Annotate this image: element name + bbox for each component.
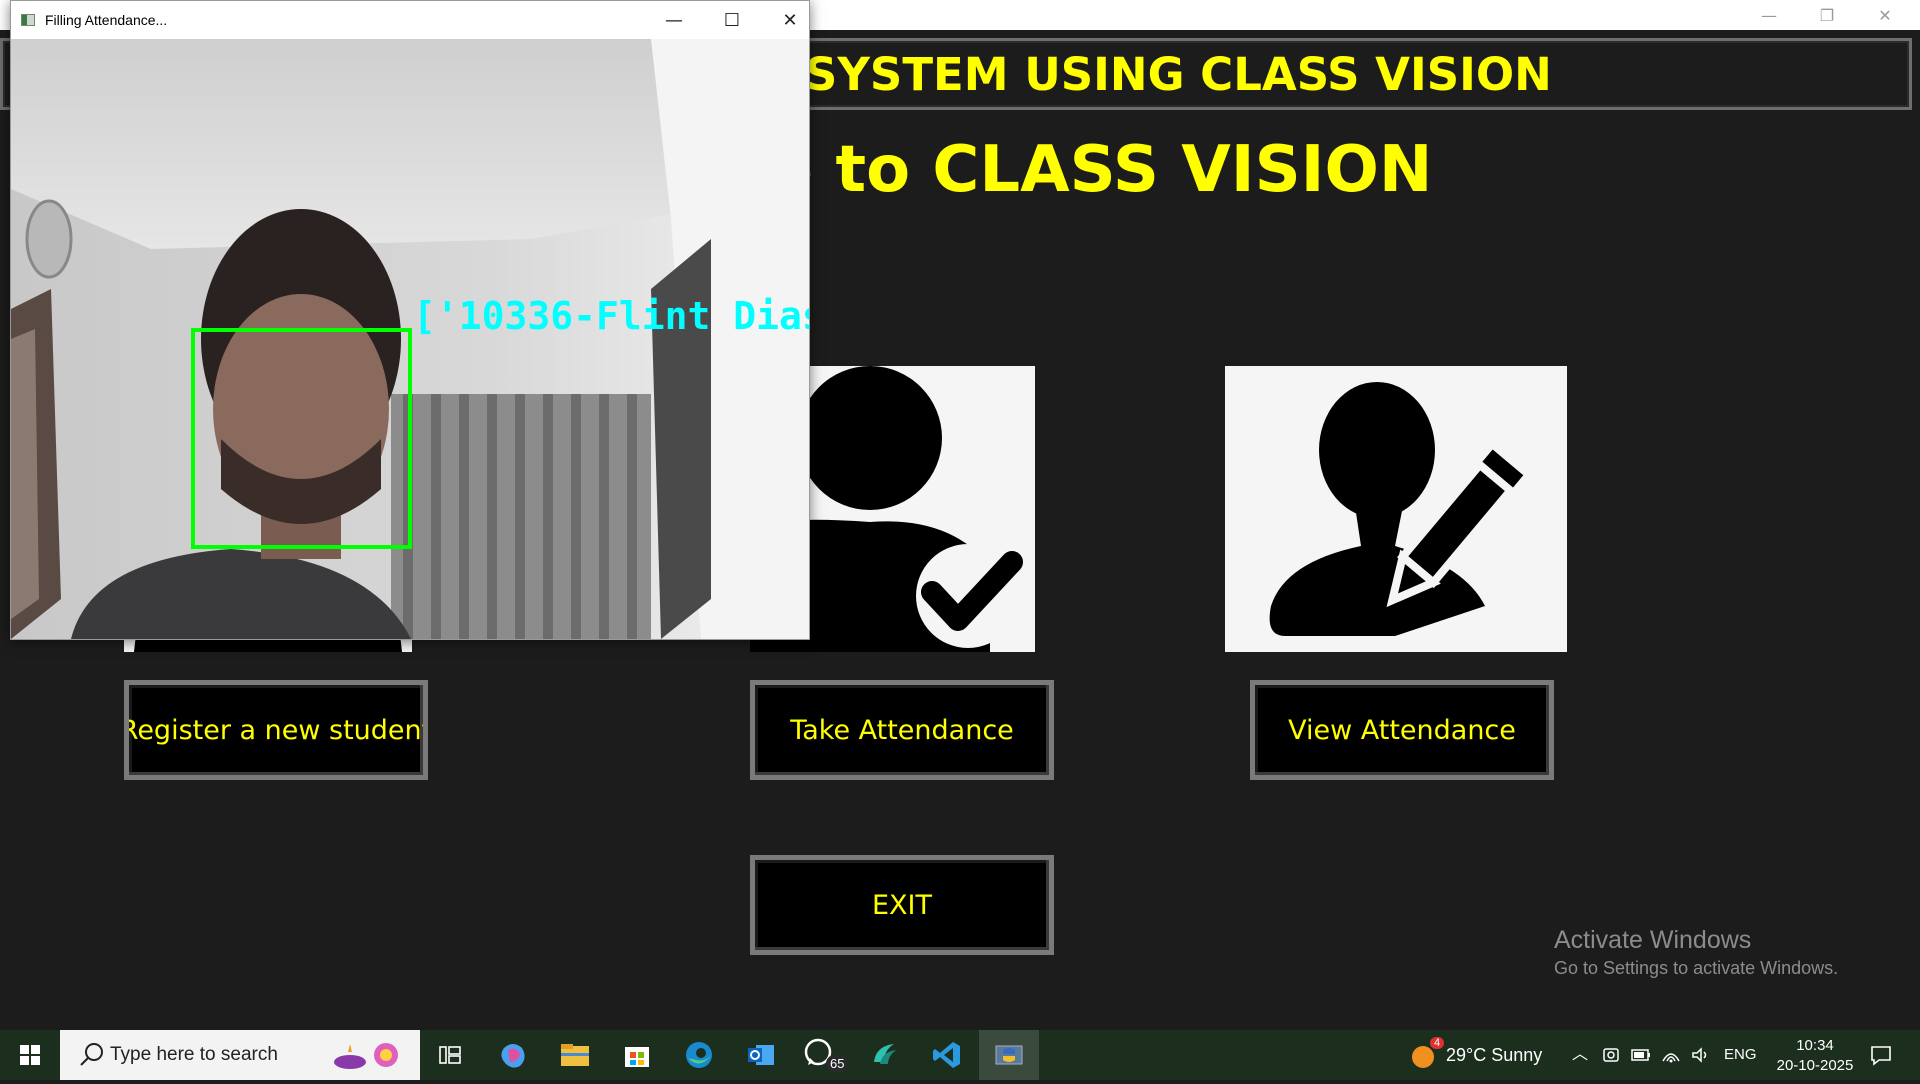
- camera-feed: ['10336-Flint Dias']: [11, 39, 809, 639]
- notification-icon: [1871, 1046, 1891, 1066]
- volume-button[interactable]: [1686, 1035, 1716, 1075]
- battery-icon: [1631, 1049, 1650, 1061]
- search-highlight-icon: [334, 1043, 398, 1069]
- camera-close-button[interactable]: ✕: [761, 1, 809, 39]
- whatsapp-badge: 65: [826, 1055, 849, 1072]
- taskbar-file-explorer[interactable]: [550, 1035, 600, 1075]
- camera-frame-image: ['10336-Flint Dias']: [11, 39, 809, 639]
- taskbar-outlook[interactable]: [736, 1035, 786, 1075]
- weather-widget[interactable]: 4: [1398, 1035, 1448, 1075]
- filling-attendance-window: Filling Attendance... — ☐ ✕ ['10336-Flin…: [10, 0, 810, 640]
- notification-center-button[interactable]: [1856, 1035, 1906, 1075]
- view-attendance-label: View Attendance: [1288, 714, 1516, 746]
- camera-tray-icon: [1603, 1048, 1619, 1062]
- weather-badge: 4: [1430, 1037, 1445, 1049]
- activate-windows-subtitle: Go to Settings to activate Windows.: [1554, 958, 1839, 978]
- register-student-label: Register a new student: [124, 714, 428, 746]
- battery-button[interactable]: [1626, 1035, 1656, 1075]
- activate-windows-title: Activate Windows: [1554, 926, 1752, 954]
- recognized-student-label: ['10336-Flint Dias']: [413, 294, 809, 338]
- app-close-button[interactable]: ✕: [1856, 0, 1914, 30]
- folder-icon: [561, 1044, 589, 1066]
- camera-maximize-button[interactable]: ☐: [703, 1, 761, 39]
- search-icon: [80, 1043, 103, 1066]
- chevron-up-icon: ︿: [1572, 1046, 1589, 1063]
- view-attendance-image: [1225, 366, 1567, 652]
- exit-button[interactable]: EXIT: [750, 855, 1054, 955]
- app-restore-button[interactable]: ❐: [1798, 0, 1856, 30]
- task-view-icon: [439, 1046, 461, 1064]
- wifi-icon: [1662, 1053, 1680, 1063]
- outlook-icon: [748, 1045, 774, 1065]
- camera-minimize-button[interactable]: —: [645, 1, 703, 39]
- window-app-icon: [21, 14, 35, 26]
- taskbar-store[interactable]: [612, 1035, 662, 1075]
- exit-label: EXIT: [871, 889, 932, 921]
- task-view-button[interactable]: [425, 1035, 475, 1075]
- taskbar-python[interactable]: [984, 1035, 1034, 1075]
- register-student-button[interactable]: Register a new student: [124, 680, 428, 780]
- clock-time[interactable]: 10:34: [1770, 1036, 1860, 1056]
- show-hidden-icons-button[interactable]: ︿: [1572, 1030, 1588, 1080]
- edge-icon: [686, 1042, 712, 1068]
- weather-text: 29°C Sunny: [1446, 1045, 1543, 1065]
- user-edit-icon: [1269, 382, 1524, 636]
- taskbar-whatsapp[interactable]: 65: [798, 1035, 849, 1075]
- taskbar-edge[interactable]: [674, 1035, 724, 1075]
- start-button[interactable]: [0, 1030, 60, 1080]
- camera-window-title: Filling Attendance...: [45, 12, 168, 28]
- windows-logo-icon: [20, 1045, 40, 1065]
- camera-titlebar[interactable]: Filling Attendance... — ☐ ✕: [11, 1, 809, 39]
- store-icon: [625, 1047, 649, 1067]
- copilot-icon: [501, 1044, 525, 1068]
- windows-taskbar: Type here to search 65 4 29°C Sunny ︿ EN…: [0, 1030, 1920, 1080]
- taskbar-copilot[interactable]: [488, 1035, 538, 1075]
- taskbar-vscode[interactable]: [922, 1035, 972, 1075]
- speaker-icon: [1692, 1047, 1707, 1063]
- meet-now-button[interactable]: [1596, 1035, 1626, 1075]
- taskbar-app-wave[interactable]: [860, 1035, 910, 1075]
- app-minimize-button[interactable]: —: [1740, 0, 1798, 30]
- language-indicator[interactable]: ENG: [1724, 1030, 1757, 1080]
- take-attendance-button[interactable]: Take Attendance: [750, 680, 1054, 780]
- activate-windows-watermark: Activate Windows Go to Settings to activ…: [1554, 925, 1838, 981]
- vscode-icon: [933, 1042, 960, 1068]
- view-attendance-button[interactable]: View Attendance: [1250, 680, 1554, 780]
- clock-date[interactable]: 20-10-2025: [1770, 1056, 1860, 1076]
- search-placeholder: Type here to search: [110, 1044, 278, 1065]
- taskbar-search-box[interactable]: Type here to search: [60, 1030, 420, 1080]
- wave-app-icon: [874, 1044, 896, 1064]
- curtain-shape: [391, 394, 651, 639]
- clock-icon: [25, 199, 73, 279]
- take-attendance-label: Take Attendance: [790, 714, 1014, 746]
- python-app-icon: [995, 1045, 1023, 1065]
- network-button[interactable]: [1656, 1035, 1686, 1075]
